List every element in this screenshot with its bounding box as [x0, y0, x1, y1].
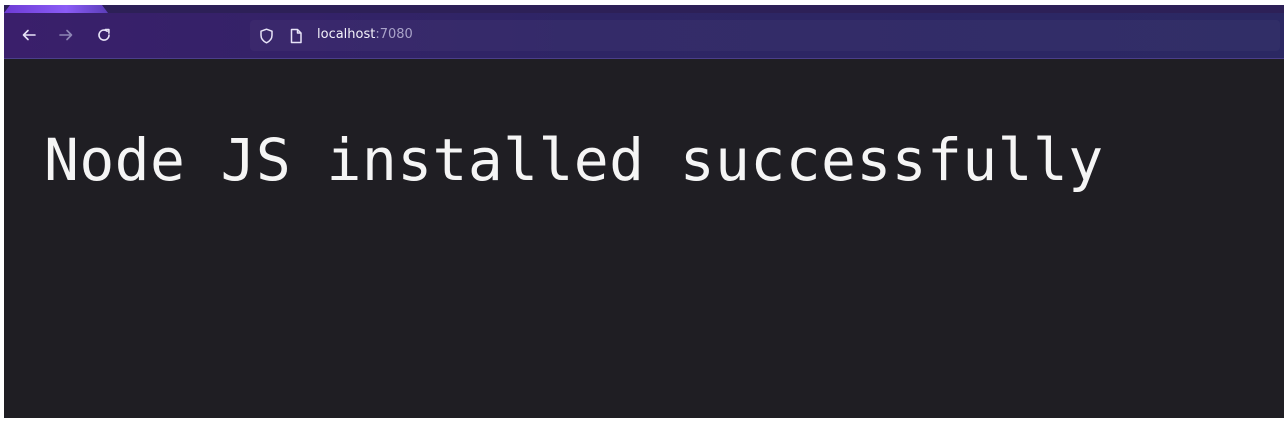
tab-strip: [4, 5, 1284, 13]
address-bar[interactable]: localhost:7080: [250, 20, 1280, 51]
page-content: Node JS installed successfully: [4, 59, 1284, 418]
url-host: localhost: [317, 27, 376, 42]
page-icon[interactable]: [289, 28, 303, 44]
browser-window: localhost:7080 Node JS installed success…: [4, 5, 1284, 418]
forward-button[interactable]: [54, 23, 78, 47]
shield-icon[interactable]: [259, 28, 274, 44]
url-text[interactable]: localhost:7080: [317, 26, 413, 44]
page-heading: Node JS installed successfully: [44, 126, 1104, 194]
back-arrow-icon: [22, 29, 36, 41]
reload-button[interactable]: [92, 23, 116, 47]
url-port: :7080: [375, 27, 413, 42]
active-tab[interactable]: [4, 5, 108, 13]
back-button[interactable]: [17, 23, 41, 47]
browser-toolbar: localhost:7080: [4, 13, 1284, 59]
screenshot-frame: localhost:7080 Node JS installed success…: [0, 0, 1286, 428]
reload-icon: [98, 28, 110, 41]
forward-arrow-icon: [59, 29, 73, 41]
